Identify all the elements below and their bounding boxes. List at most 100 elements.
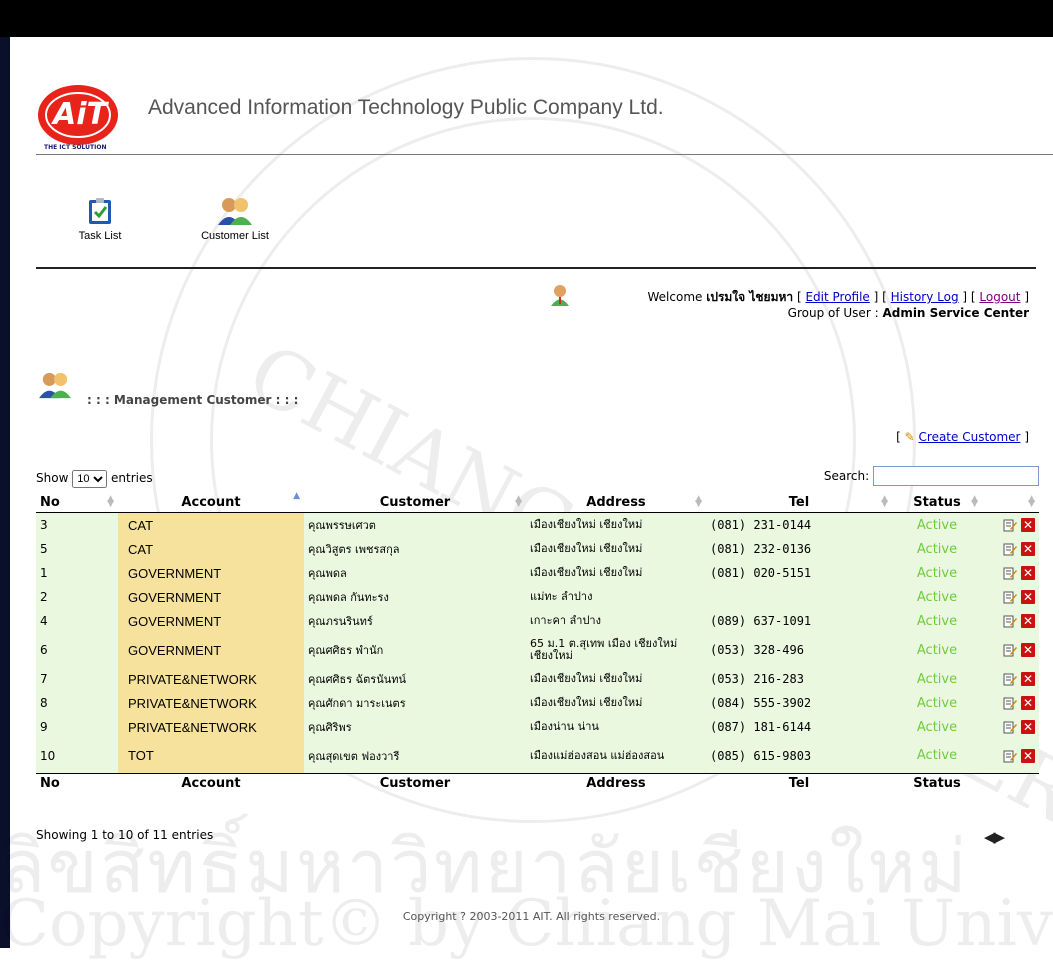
page-title: : : : Management Customer : : : <box>87 393 299 407</box>
page-size-select[interactable]: 10 <box>72 470 108 488</box>
edit-icon[interactable] <box>1003 672 1017 686</box>
entries-label: entries <box>111 471 153 485</box>
cell-status: Active <box>916 695 958 711</box>
cell-no: 3 <box>40 518 48 532</box>
cell-account: PRIVATE&NETWORK <box>118 715 304 739</box>
cell-tel: (081) 020-5151 <box>710 566 812 580</box>
cell-no: 6 <box>40 643 48 657</box>
cell-account: GOVERNMENT <box>118 633 304 667</box>
cell-customer: คุณวิสูตร เพชรสกุล <box>308 543 400 556</box>
cell-tel: (053) 216-283 <box>710 672 804 686</box>
search-label: Search: <box>823 469 870 483</box>
edit-icon[interactable] <box>1003 542 1017 556</box>
cell-customer: คุณศศิธร พำนัก <box>308 644 384 657</box>
col-header-account[interactable]: Account ▲ <box>118 492 304 513</box>
cell-customer: คุณศักดา มาระเนตร <box>308 697 406 710</box>
foot-header-address: Address <box>526 772 706 793</box>
cell-actions: ✕ <box>982 739 1039 773</box>
page: CHIANG MAI UNIVERSITY ลิขสิทธิ์มหาวิทยาล… <box>0 37 1053 961</box>
cell-account: GOVERNMENT <box>118 561 304 585</box>
user-avatar-icon <box>550 284 570 306</box>
window-left-border <box>0 37 10 948</box>
table-body: 3 CAT คุณพรรษเศวต เมืองเชียงใหม่ เชียงใหม่(… <box>36 512 1039 773</box>
cell-no: 4 <box>40 614 48 628</box>
user-group-label: Group of User : <box>787 306 879 320</box>
table-row: 7 PRIVATE&NETWORK คุณศศิธร ฉัตรนันทน์ เมือง… <box>36 667 1039 691</box>
cell-address: เมืองเชียงใหม่ เชียงใหม่ <box>530 542 643 555</box>
edit-icon[interactable] <box>1003 643 1017 657</box>
cell-actions: ✕ <box>982 537 1039 561</box>
delete-icon[interactable]: ✕ <box>1021 566 1035 581</box>
edit-icon[interactable] <box>1003 720 1017 734</box>
cell-account: CAT <box>118 537 304 561</box>
create-customer-link[interactable]: Create Customer <box>919 430 1021 444</box>
col-header-status[interactable]: Status ▲ ▼ <box>892 493 982 513</box>
management-customer-icon <box>38 370 72 400</box>
show-label: Show <box>36 471 69 485</box>
cell-status: Active <box>916 613 958 629</box>
watermark-english-text: Copyright© by Chiang Mai University <box>0 887 1053 961</box>
cell-status: Active <box>916 541 958 557</box>
cell-tel: (089) 637-1091 <box>710 614 812 628</box>
customer-table: No ▲ ▼ Account ▲ Customer ▲ ▼ Address ▲ ▼ Tel ▲ ▼… <box>36 492 1039 793</box>
customer-list-icon <box>218 195 252 227</box>
table-row: 3 CAT คุณพรรษเศวต เมืองเชียงใหม่ เชียงใหม่ (… <box>36 512 1039 537</box>
logout-link[interactable]: Logout <box>979 290 1020 304</box>
user-group-value: Admin Service Center <box>882 306 1029 320</box>
cell-actions: ✕ <box>982 609 1039 633</box>
cell-status: Active <box>916 517 958 533</box>
edit-icon[interactable] <box>1003 696 1017 710</box>
cell-status: Active <box>916 565 958 581</box>
foot-header-tel: Tel <box>706 772 892 793</box>
cell-address: เมืองเชียงใหม่ เชียงใหม่ <box>530 566 643 579</box>
cell-tel: (081) 232-0136 <box>710 542 812 556</box>
cell-customer: คุณสุดเขต ฟองวารี <box>308 749 400 763</box>
col-header-tel[interactable]: Tel ▲ ▼ <box>706 493 892 513</box>
edit-icon[interactable] <box>1003 518 1017 532</box>
cell-no: 9 <box>40 720 48 734</box>
edit-icon[interactable] <box>1003 749 1017 763</box>
col-header-actions[interactable]: ▲ ▼ <box>982 493 1039 513</box>
edit-icon[interactable] <box>1003 590 1017 604</box>
company-logo: AiT THE ICT SOLUTION <box>36 77 146 153</box>
cell-no: 7 <box>40 672 48 686</box>
delete-icon[interactable]: ✕ <box>1021 614 1035 629</box>
user-name: เปรมใจ ไชยมหา <box>706 290 794 304</box>
delete-icon[interactable]: ✕ <box>1021 720 1035 735</box>
delete-icon[interactable]: ✕ <box>1021 643 1035 658</box>
col-header-no[interactable]: No ▲ ▼ <box>36 493 118 513</box>
cell-status: Active <box>916 719 958 735</box>
nav-customer-list-label: Customer List <box>201 230 269 242</box>
edit-icon[interactable] <box>1003 566 1017 580</box>
nav-task-list[interactable]: Task List <box>70 197 130 242</box>
delete-icon[interactable]: ✕ <box>1021 672 1035 687</box>
history-log-link[interactable]: History Log <box>891 290 959 304</box>
search-control: Search: <box>824 466 1039 486</box>
cell-customer: คุณภรนรินทร์ <box>308 615 373 628</box>
delete-icon[interactable]: ✕ <box>1021 749 1035 763</box>
search-input[interactable] <box>873 466 1039 486</box>
cell-customer: คุณศิริพร <box>308 721 352 734</box>
col-header-address[interactable]: Address ▲ ▼ <box>526 493 706 513</box>
cell-actions: ✕ <box>982 715 1039 739</box>
cell-address: แม่ทะ ลำปาง <box>530 590 593 603</box>
cell-tel: (085) 615-9803 <box>710 748 812 763</box>
edit-profile-link[interactable]: Edit Profile <box>805 290 869 304</box>
previous-page-icon[interactable]: ◀ <box>984 828 995 846</box>
delete-icon[interactable]: ✕ <box>1021 696 1035 711</box>
cell-actions: ✕ <box>982 561 1039 585</box>
task-list-icon <box>88 197 112 225</box>
delete-icon[interactable]: ✕ <box>1021 518 1035 533</box>
cell-status: Active <box>916 671 958 687</box>
edit-icon[interactable] <box>1003 614 1017 628</box>
col-header-customer[interactable]: Customer ▲ ▼ <box>304 493 526 513</box>
cell-account: PRIVATE&NETWORK <box>118 667 304 691</box>
page-size-control: Show 10 entries <box>36 470 153 488</box>
nav-customer-list[interactable]: Customer List <box>190 195 280 242</box>
table-row: 10 TOT คุณสุดเขต ฟองวารี เมืองแม่ฮ่องสอน แม… <box>36 739 1039 773</box>
delete-icon[interactable]: ✕ <box>1021 542 1035 557</box>
next-page-icon[interactable]: ▶ <box>994 828 1005 846</box>
delete-icon[interactable]: ✕ <box>1021 590 1035 605</box>
cell-account: PRIVATE&NETWORK <box>118 691 304 715</box>
cell-address: เกาะคา ลำปาง <box>530 614 601 627</box>
